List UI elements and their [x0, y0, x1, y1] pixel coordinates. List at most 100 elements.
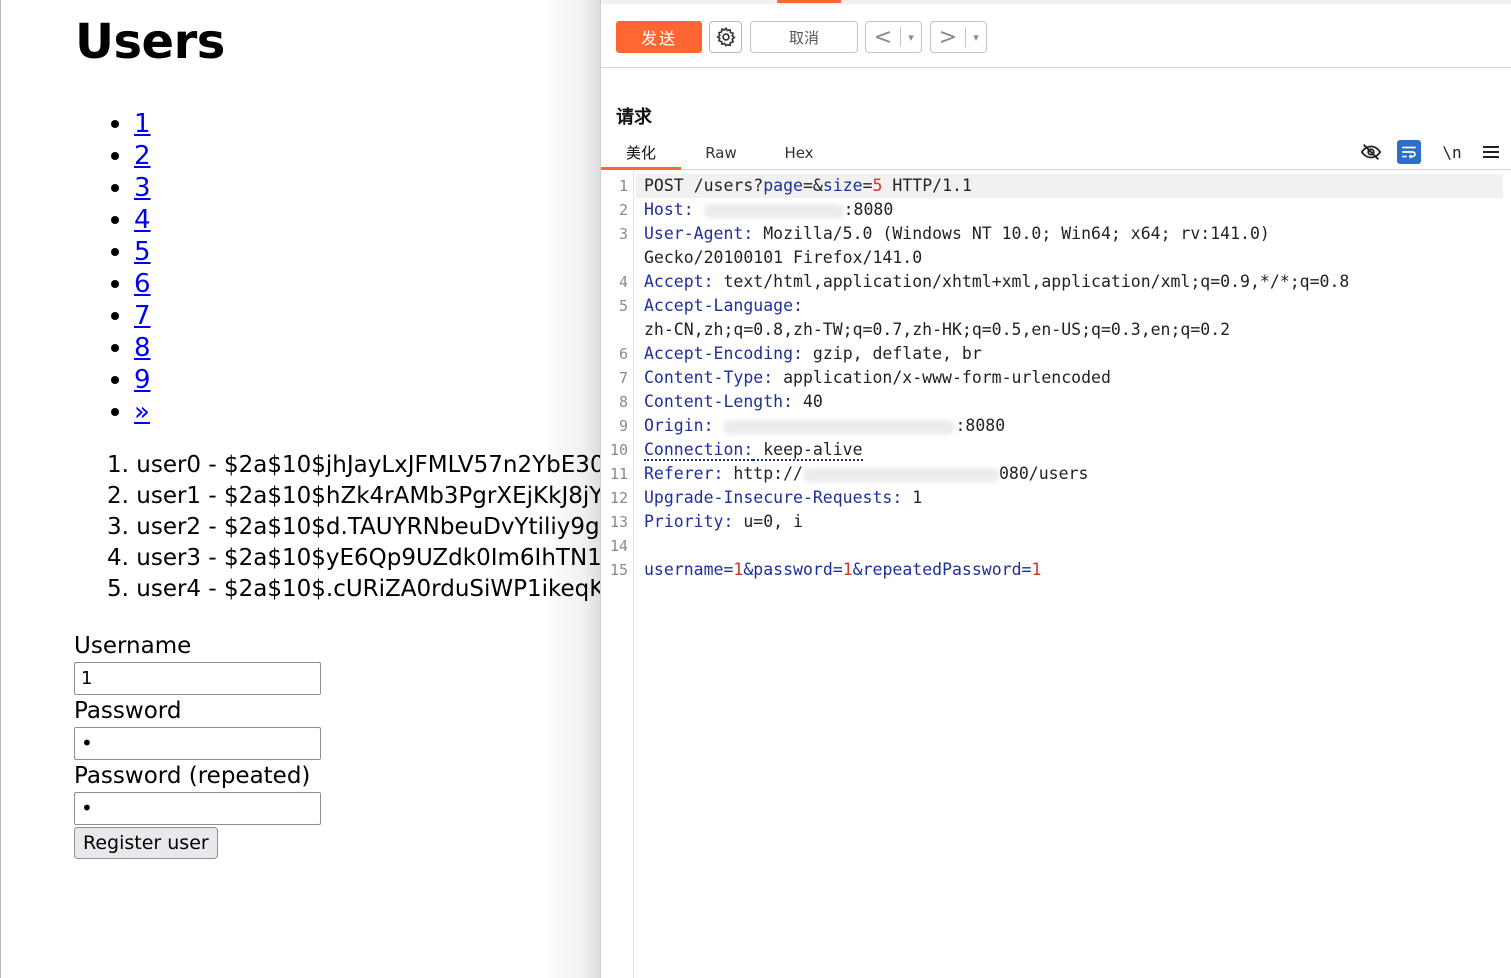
page-link-8[interactable]: 8: [134, 332, 151, 364]
user-index: 1.: [107, 452, 129, 478]
tab-pretty[interactable]: 美化: [601, 142, 681, 170]
body-param-name: repeatedPassword: [862, 560, 1022, 579]
bullet-icon: [111, 408, 119, 416]
list-item: 5. user4 - $2a$10$.cURiZA0rduSiWP1ikeqK(: [107, 574, 600, 605]
user-index: 5.: [107, 576, 129, 602]
username-input[interactable]: [74, 662, 321, 695]
page-link-2[interactable]: 2: [134, 140, 151, 172]
request-editor[interactable]: 1 2 3 4 5 6 7 8 9 10 11 12 13 14 15 POST…: [601, 171, 1511, 978]
header-name: User-Agent:: [644, 224, 754, 243]
gear-icon: [715, 26, 736, 47]
header-line-accept-encoding: Accept-Encoding: gzip, deflate, br: [644, 342, 982, 366]
line-number: 7: [618, 369, 628, 387]
settings-button[interactable]: [709, 21, 742, 53]
word-wrap-icon[interactable]: [1397, 140, 1421, 164]
forward-button[interactable]: > ▾: [930, 21, 987, 53]
http-protocol: HTTP/1.1: [882, 176, 972, 195]
equals-sign: =: [832, 560, 843, 579]
body-param-value: 1: [842, 560, 853, 579]
password-mask: •: [81, 731, 93, 755]
list-item: 2. user1 - $2a$10$hZk4rAMb3PgrXEjKkJ8jY: [107, 481, 600, 512]
tab-hex[interactable]: Hex: [771, 142, 827, 170]
request-path: /users?: [693, 176, 764, 195]
line-number: 15: [609, 561, 628, 579]
password-input[interactable]: •: [74, 727, 321, 760]
header-line-origin: Origin: :8080: [644, 414, 1005, 438]
header-value: http://: [723, 464, 803, 483]
page-link-9[interactable]: 9: [134, 364, 151, 396]
password-repeat-input[interactable]: •: [74, 792, 321, 825]
header-line-referer: Referer: http:// 080/users: [644, 462, 1088, 486]
equals-sign: =: [1021, 560, 1032, 579]
password-repeat-mask: •: [81, 796, 93, 820]
header-value: 40: [793, 392, 823, 411]
bullet-icon: [111, 216, 119, 224]
header-line-connection: Connection: keep-alive: [644, 438, 863, 462]
header-name: Content-Type:: [644, 368, 774, 387]
list-item: 6: [111, 268, 151, 300]
header-line-content-type: Content-Type: application/x-www-form-url…: [644, 366, 1111, 390]
user-list: 1. user0 - $2a$10$jhJayLxJFMLV57n2YbE30 …: [107, 450, 600, 605]
header-line-host: Host: :8080: [644, 198, 893, 222]
chevron-down-icon[interactable]: ▾: [966, 31, 986, 44]
bullet-icon: [111, 376, 119, 384]
register-user-button[interactable]: Register user: [74, 827, 218, 859]
password-repeat-label: Password (repeated): [74, 763, 311, 789]
header-value: 1: [902, 488, 923, 507]
request-title: 请求: [616, 107, 652, 128]
ampersand: &: [852, 560, 863, 579]
header-name: Referer:: [644, 464, 724, 483]
back-button[interactable]: < ▾: [865, 21, 922, 53]
pagination-list: 1 2 3 4 5 6 7 8 9 »: [111, 108, 151, 428]
query-param-name: page: [763, 176, 803, 195]
user-entry: user1 - $2a$10$hZk4rAMb3PgrXEjKkJ8jY: [136, 483, 600, 509]
line-number: 1: [618, 177, 628, 195]
header-line-user-agent: User-Agent: Mozilla/5.0 (Windows NT 10.0…: [644, 222, 1270, 246]
header-line-accept: Accept: text/html,application/xhtml+xml,…: [644, 270, 1349, 294]
bullet-icon: [111, 184, 119, 192]
header-value: keep-alive: [753, 440, 863, 461]
page-link-5[interactable]: 5: [134, 236, 151, 268]
newline-toggle[interactable]: \n: [1439, 140, 1465, 164]
header-name: Priority:: [644, 512, 734, 531]
chevron-down-icon[interactable]: ▾: [901, 31, 921, 44]
redacted-referer: [802, 467, 999, 482]
tab-raw[interactable]: Raw: [693, 142, 749, 170]
line-number: 4: [618, 273, 628, 291]
page-link-6[interactable]: 6: [134, 268, 151, 300]
send-button[interactable]: 发送: [616, 21, 702, 53]
header-value: 080/users: [998, 464, 1089, 483]
request-body: username=1&password=1&repeatedPassword=1: [644, 558, 1041, 582]
user-entry: user2 - $2a$10$d.TAUYRNbeuDvYtiliy9gu: [136, 514, 600, 540]
list-item: 3: [111, 172, 151, 204]
list-item: 7: [111, 300, 151, 332]
bullet-icon: [111, 248, 119, 256]
equals-sign: =: [723, 560, 734, 579]
query-param-value: 5: [872, 176, 883, 195]
user-index: 2.: [107, 483, 129, 509]
active-tab-indicator: [777, 0, 841, 3]
bullet-icon: [111, 344, 119, 352]
eye-off-icon[interactable]: [1359, 140, 1383, 164]
http-method: POST: [644, 176, 684, 195]
page-link-7[interactable]: 7: [134, 300, 151, 332]
ampersand: &: [812, 176, 823, 195]
register-form: Username Password • Password (repeated) …: [74, 630, 321, 859]
page-link-3[interactable]: 3: [134, 172, 151, 204]
header-value: :8080: [955, 416, 1006, 435]
hamburger-menu-icon[interactable]: [1481, 140, 1501, 164]
list-item: 1. user0 - $2a$10$jhJayLxJFMLV57n2YbE30: [107, 450, 600, 481]
list-item: »: [111, 396, 151, 428]
ampersand: &: [743, 560, 754, 579]
cancel-button[interactable]: 取消: [750, 21, 858, 53]
page-link-1[interactable]: 1: [134, 108, 151, 140]
page-title: Users: [75, 14, 225, 70]
header-name: Accept-Language:: [644, 296, 803, 315]
line-number: 2: [618, 201, 628, 219]
header-name: Accept:: [644, 272, 714, 291]
repeater-toolbar: 发送 取消 < ▾ > ▾: [601, 4, 1511, 68]
page-link-next[interactable]: »: [134, 396, 150, 428]
page-link-4[interactable]: 4: [134, 204, 151, 236]
query-param-name: size: [822, 176, 863, 195]
header-name: Origin:: [644, 416, 714, 435]
